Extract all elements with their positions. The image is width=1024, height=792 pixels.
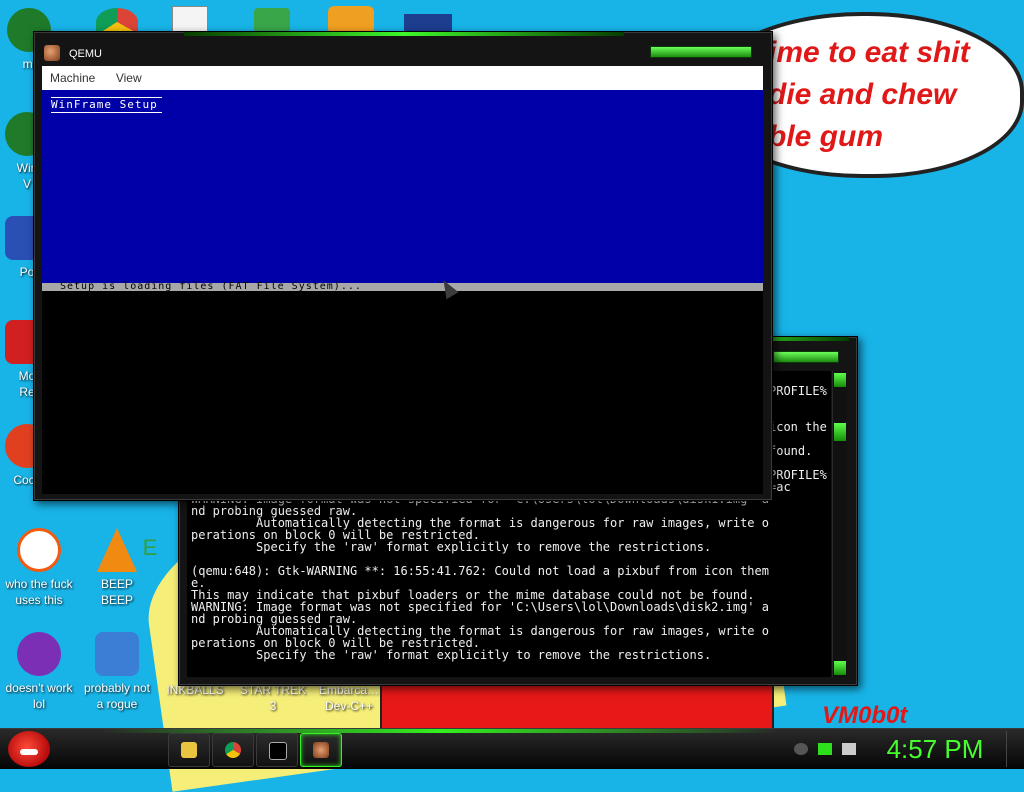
vm-screen-setup[interactable]: WinFrame Setup [42,90,763,283]
scroll-down-button[interactable] [834,661,846,675]
console-line: Specify the 'raw' format explicitly to r… [191,648,712,662]
taskbar: 4:57 PM [0,728,1024,769]
yahoo-icon [17,632,61,676]
desktop-icon-doesnt-work[interactable]: doesn't work lol [0,632,78,712]
lightning-icon [17,528,61,572]
console-line: (qemu:648): Gtk-WARNING **: 16:55:41.762… [191,564,769,578]
desktop-icon-label: STAR TREK 3 [239,683,307,713]
window-controls[interactable] [650,46,752,58]
desktop-icon-who-the-fuck[interactable]: who the fuck uses this [0,528,78,608]
scroll-thumb[interactable] [834,423,846,441]
taskbar-qemu-button[interactable] [300,733,342,767]
console-partial-text: found. [769,444,813,458]
console-partial-text: icon the [769,420,827,434]
folder-icon [181,742,197,758]
window-title: QEMU [69,48,102,60]
desktop-icon-label: probably not a rogue [83,681,151,711]
menu-machine[interactable]: Machine [42,66,103,90]
desktop-icon-label: who the fuck uses this [5,577,73,607]
menu-bar: Machine View [42,66,763,90]
scroll-up-button[interactable] [834,373,846,387]
desktop-icon-dev-cpp[interactable]: Embarca… Dev-C++ [310,682,388,714]
qemu-icon [313,742,329,758]
wallpaper-bubble-text: ime to eat shit die and chew ble gum [768,36,970,153]
chrome-icon [225,742,241,758]
window-title-glow [184,32,624,36]
volume-icon[interactable] [842,743,856,755]
tray-arrow-icon[interactable] [794,743,808,755]
show-desktop-button[interactable] [1006,731,1021,767]
taskbar-cmd-button[interactable] [256,733,298,767]
vm-screen-lower[interactable] [42,291,763,494]
desktop-icon-label: E [142,535,158,560]
qemu-app-icon [44,45,60,61]
menu-view[interactable]: View [108,66,150,90]
game-icon[interactable] [328,6,374,34]
desktop-icon-e[interactable]: E [130,537,170,559]
desktop-icon-label: BEEP BEEP [100,577,133,607]
network-icon[interactable] [818,743,832,755]
console-scrollbar[interactable] [832,371,847,677]
desktop-icon-label: Embarca… Dev-C++ [318,683,380,713]
desktop-icon-star-trek[interactable]: STAR TREK 3 [234,682,312,714]
desktop-icon-label: doesn't work lol [5,681,73,711]
wallpaper-signature: VM0b0t [822,702,908,729]
setup-status-bar: Setup is loading files (FAT File System)… [42,282,763,292]
taskbar-explorer-button[interactable] [168,733,210,767]
taskbar-chrome-button[interactable] [212,733,254,767]
window-controls[interactable] [773,351,839,363]
desktop-icon-probably-not[interactable]: probably not a rogue [78,632,156,712]
gears-icon [95,632,139,676]
qemu-window[interactable]: QEMU Machine View WinFrame Setup Setup i… [33,31,773,501]
console-partial-text: PROFILE% [769,384,827,398]
start-button[interactable] [8,731,50,767]
console-line: Specify the 'raw' format explicitly to r… [191,540,712,554]
terminal-icon [269,742,287,760]
setup-title: WinFrame Setup [51,97,162,113]
taskbar-clock[interactable]: 4:57 PM [870,733,1000,765]
